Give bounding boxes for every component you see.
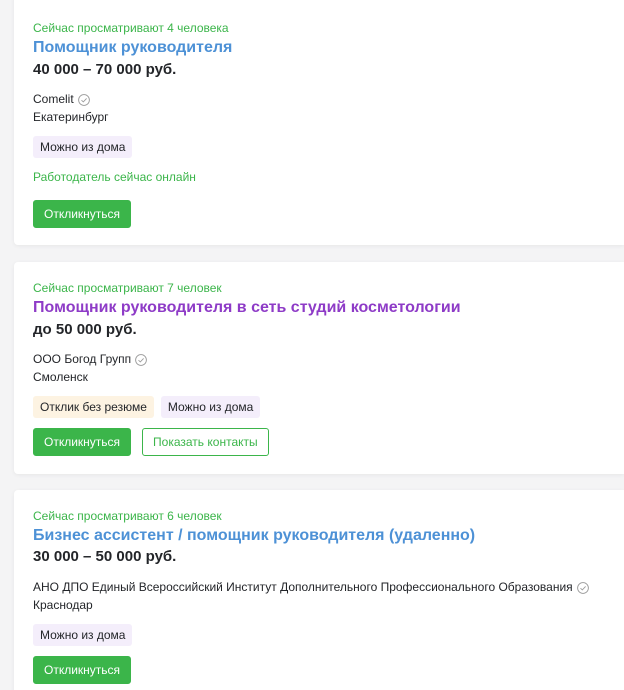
vacancy-title-link[interactable]: Помощник руководителя: [33, 38, 232, 58]
respond-button[interactable]: Откликнуться: [33, 656, 132, 684]
vacancy-tags: Отклик без резюме Можно из дома: [33, 396, 261, 418]
verified-check-icon: [576, 581, 589, 594]
vacancy-tags: Можно из дома: [33, 136, 133, 158]
respond-button[interactable]: Откликнуться: [33, 428, 132, 456]
vacancy-city: Екатеринбург: [33, 110, 109, 124]
viewers-count: Сейчас просматривают 4 человека: [33, 21, 229, 35]
company-name-text[interactable]: Comelit: [33, 92, 74, 107]
tag-remote: Можно из дома: [33, 624, 133, 646]
company-name[interactable]: ООО Богод Групп: [33, 352, 147, 367]
vacancy-actions: Откликнуться Показать контакты: [33, 428, 269, 456]
company-name[interactable]: АНО ДПО Единый Всероссийский Институт До…: [33, 580, 589, 595]
vacancy-card: Сейчас просматривают 7 человек Помощник …: [14, 262, 624, 474]
vacancy-salary: 30 000 – 50 000 руб.: [33, 548, 177, 565]
company-name-text[interactable]: АНО ДПО Единый Всероссийский Институт До…: [33, 580, 573, 595]
vacancy-card: Сейчас просматривают 6 человек Бизнес ас…: [14, 490, 624, 690]
vacancy-title-link[interactable]: Бизнес ассистент / помощник руководителя…: [33, 526, 475, 546]
vacancy-list: Сейчас просматривают 4 человека Помощник…: [0, 0, 624, 690]
show-contacts-button[interactable]: Показать контакты: [142, 428, 269, 456]
vacancy-card: Сейчас просматривают 4 человека Помощник…: [14, 0, 624, 245]
vacancy-actions: Откликнуться: [33, 656, 132, 684]
verified-check-icon: [77, 93, 90, 106]
vacancy-city: Краснодар: [33, 598, 93, 612]
viewers-count: Сейчас просматривают 6 человек: [33, 509, 222, 523]
tag-remote: Можно из дома: [33, 136, 133, 158]
company-name[interactable]: Comelit: [33, 92, 90, 107]
tag-remote: Можно из дома: [160, 396, 261, 418]
vacancy-city: Смоленск: [33, 370, 88, 384]
respond-button[interactable]: Откликнуться: [33, 200, 132, 228]
vacancy-salary: 40 000 – 70 000 руб.: [33, 61, 177, 78]
company-name-text[interactable]: ООО Богод Групп: [33, 352, 131, 367]
verified-check-icon: [135, 353, 147, 366]
tag-no-resume: Отклик без резюме: [33, 396, 154, 418]
vacancy-title-link[interactable]: Помощник руководителя в сеть студий косм…: [33, 298, 461, 318]
vacancy-tags: Можно из дома: [33, 624, 133, 646]
viewers-count: Сейчас просматривают 7 человек: [33, 281, 222, 295]
vacancy-salary: до 50 000 руб.: [33, 321, 137, 338]
vacancy-actions: Откликнуться: [33, 200, 132, 228]
employer-online-status: Работодатель сейчас онлайн: [33, 170, 196, 184]
